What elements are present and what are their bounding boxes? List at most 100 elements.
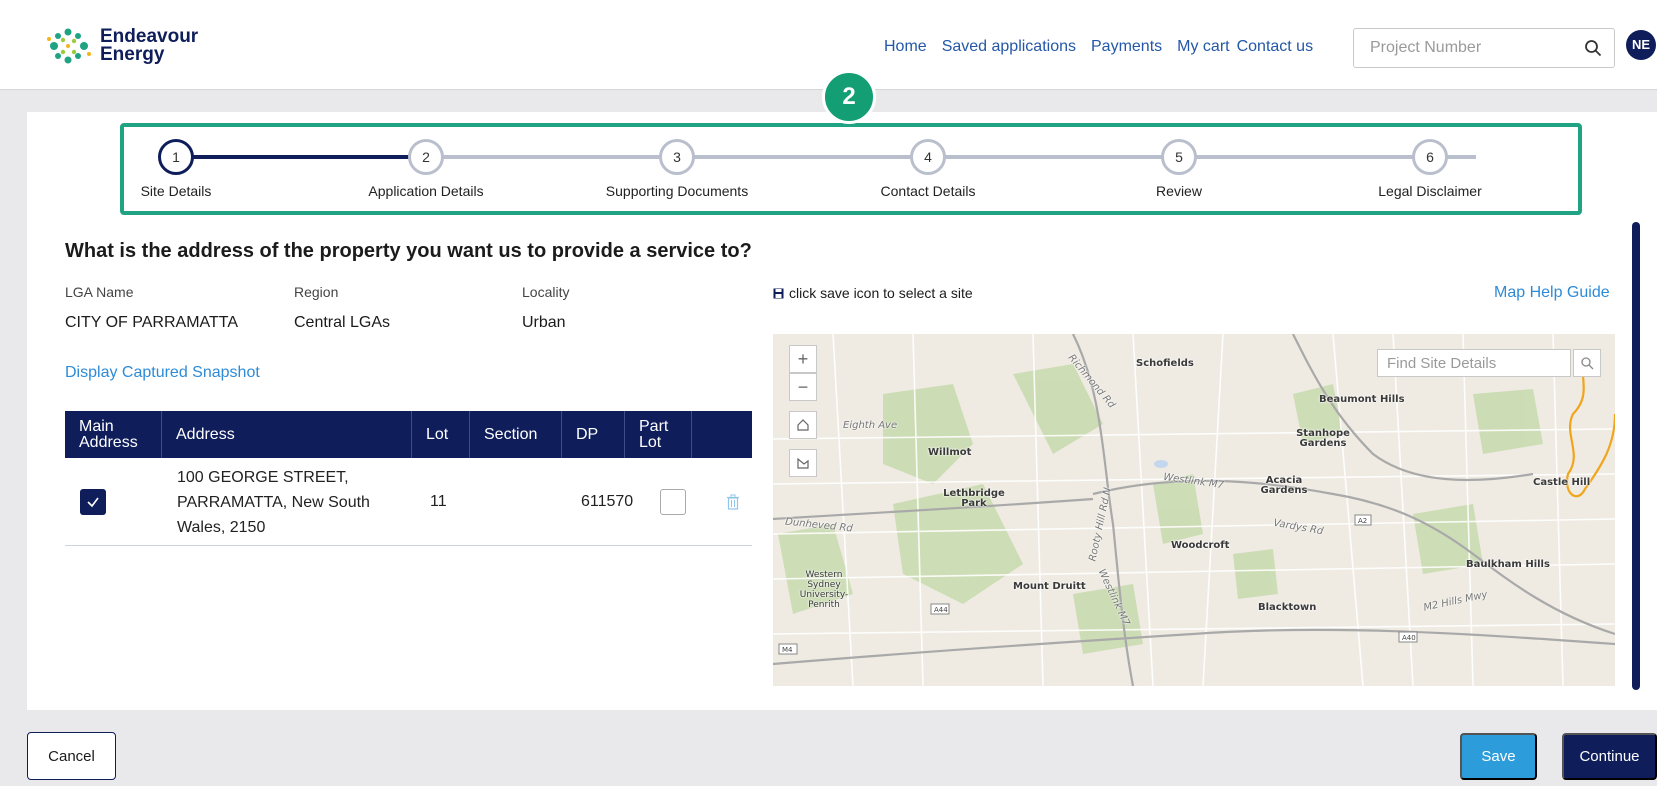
col-header-section: Section — [470, 411, 562, 458]
col-header-actions — [692, 411, 752, 458]
part-lot-cell — [660, 458, 686, 546]
map-search-button[interactable] — [1573, 349, 1601, 377]
zoom-in-button[interactable]: + — [789, 345, 817, 373]
step-circle: 3 — [659, 139, 695, 175]
site-map[interactable]: A2 A44 A40 M4 Schofields Beaumont Hills … — [773, 334, 1615, 686]
nav-payments-link[interactable]: Payments — [1091, 38, 1162, 56]
region-info: Region Central LGAs — [294, 284, 390, 332]
lga-label: LGA Name — [65, 284, 134, 300]
continue-button[interactable]: Continue — [1562, 733, 1657, 780]
progress-stepper: 1 Site Details 2 Application Details 3 S… — [120, 123, 1582, 215]
callout-badge: 2 — [822, 70, 876, 124]
step-legal-disclaimer[interactable]: 6 Legal Disclaimer — [1330, 139, 1530, 199]
home-icon — [797, 419, 809, 431]
step-circle: 1 — [158, 139, 194, 175]
map-tiles: A2 A44 A40 M4 — [773, 334, 1615, 686]
locality-info: Locality Urban — [522, 284, 569, 332]
step-circle: 2 — [408, 139, 444, 175]
step-site-details[interactable]: 1 Site Details — [76, 139, 276, 199]
search-icon — [1581, 357, 1594, 370]
part-lot-checkbox[interactable] — [660, 489, 686, 515]
find-site-details-search — [1377, 349, 1571, 377]
find-site-details-input[interactable] — [1378, 350, 1538, 376]
nav-my-cart-link[interactable]: My cart — [1177, 38, 1229, 56]
step-label: Supporting Documents — [605, 183, 749, 199]
map-label-stanhope-gardens: Stanhope Gardens — [1296, 428, 1350, 449]
map-road-eighth-ave: Eighth Ave — [843, 420, 898, 431]
home-extent-button[interactable] — [789, 411, 817, 439]
dp-cell: 611570 — [581, 493, 634, 510]
logo-dots-icon — [47, 28, 91, 64]
save-button[interactable]: Save — [1460, 733, 1537, 780]
shield-m4: M4 — [782, 646, 793, 654]
col-header-address: Address — [162, 411, 412, 458]
shield-a2: A2 — [1358, 517, 1367, 525]
endeavour-energy-logo[interactable]: Endeavour Energy — [44, 26, 198, 66]
step-label: Application Details — [368, 183, 484, 199]
step-supporting-documents[interactable]: 3 Supporting Documents — [577, 139, 777, 199]
logo-text: Endeavour Energy — [100, 27, 198, 65]
map-hint-text: click save icon to select a site — [789, 285, 973, 301]
locality-value: Urban — [522, 314, 566, 331]
map-label-mount-druitt: Mount Druitt — [1013, 581, 1086, 592]
trash-icon[interactable] — [726, 494, 740, 510]
step-contact-details[interactable]: 4 Contact Details — [828, 139, 1028, 199]
select-area-icon — [797, 457, 809, 469]
zoom-out-button[interactable]: − — [789, 373, 817, 401]
region-value: Central LGAs — [294, 314, 391, 331]
page-question-heading: What is the address of the property you … — [65, 240, 752, 262]
checkmark-icon — [87, 497, 99, 508]
map-label-castle-hill: Castle Hill — [1533, 477, 1591, 488]
top-header: Endeavour Energy Home Saved applications… — [0, 0, 1657, 90]
select-tool-button[interactable] — [789, 449, 817, 477]
nav-home-link[interactable]: Home — [884, 38, 927, 56]
step-circle: 4 — [910, 139, 946, 175]
main-address-checkbox[interactable] — [80, 489, 106, 515]
lga-value: CITY OF PARRAMATTA — [65, 314, 239, 331]
lga-info: LGA Name CITY OF PARRAMATTA — [65, 284, 238, 332]
delete-cell — [726, 458, 740, 546]
locality-label: Locality — [522, 284, 570, 300]
page-scrollbar[interactable] — [1632, 222, 1640, 690]
step-application-details[interactable]: 2 Application Details — [326, 139, 526, 199]
step-circle: 6 — [1412, 139, 1448, 175]
step-label: Contact Details — [880, 183, 976, 199]
save-disk-icon — [773, 288, 784, 298]
map-label-woodcroft: Woodcroft — [1171, 540, 1230, 551]
shield-a44: A44 — [934, 606, 948, 614]
map-label-baulkham-hills: Baulkham Hills — [1466, 559, 1550, 570]
col-header-lot: Lot — [412, 411, 470, 458]
nav-saved-applications-link[interactable]: Saved applications — [942, 38, 1076, 56]
map-label-acacia-gardens: Acacia Gardens — [1260, 475, 1308, 496]
table-header: Main Address Address Lot Section DP Part… — [65, 411, 752, 458]
shield-a40: A40 — [1402, 634, 1416, 642]
nav-contact-us-link[interactable]: Contact us — [1237, 38, 1313, 56]
top-nav: Home Saved applications Payments My cart… — [884, 38, 1328, 56]
display-captured-snapshot-link[interactable]: Display Captured Snapshot — [65, 364, 260, 382]
main-address-cell — [80, 458, 106, 546]
search-icon[interactable] — [1584, 39, 1602, 57]
project-number-search — [1353, 28, 1615, 68]
map-label-lethbridge-park: Lethbridge Park — [943, 488, 1005, 509]
step-review[interactable]: 5 Review — [1079, 139, 1279, 199]
map-label-willmot: Willmot — [928, 447, 972, 458]
map-save-hint: click save icon to select a site — [773, 285, 973, 301]
map-help-guide-link[interactable]: Map Help Guide — [1494, 284, 1610, 302]
map-label-western-sydney-university: Western Sydney University- Penrith — [799, 570, 849, 610]
map-label-blacktown: Blacktown — [1258, 602, 1317, 613]
map-label-schofields: Schofields — [1136, 358, 1194, 369]
col-header-main-address: Main Address — [65, 411, 162, 458]
logo-line-2: Energy — [100, 44, 165, 65]
map-label-beaumont-hills: Beaumont Hills — [1319, 394, 1405, 405]
project-number-input[interactable] — [1354, 29, 1564, 67]
user-avatar[interactable]: NE — [1626, 30, 1656, 60]
step-label: Review — [1156, 183, 1202, 199]
step-label: Legal Disclaimer — [1378, 183, 1482, 199]
address-cell: 100 GEORGE STREET, PARRAMATTA, New South… — [177, 468, 370, 536]
col-header-dp: DP — [562, 411, 625, 458]
step-circle: 5 — [1161, 139, 1197, 175]
table-row: 100 GEORGE STREET, PARRAMATTA, New South… — [65, 458, 752, 546]
lot-cell: 11 — [430, 493, 447, 510]
region-label: Region — [294, 284, 339, 300]
cancel-button[interactable]: Cancel — [27, 732, 116, 780]
